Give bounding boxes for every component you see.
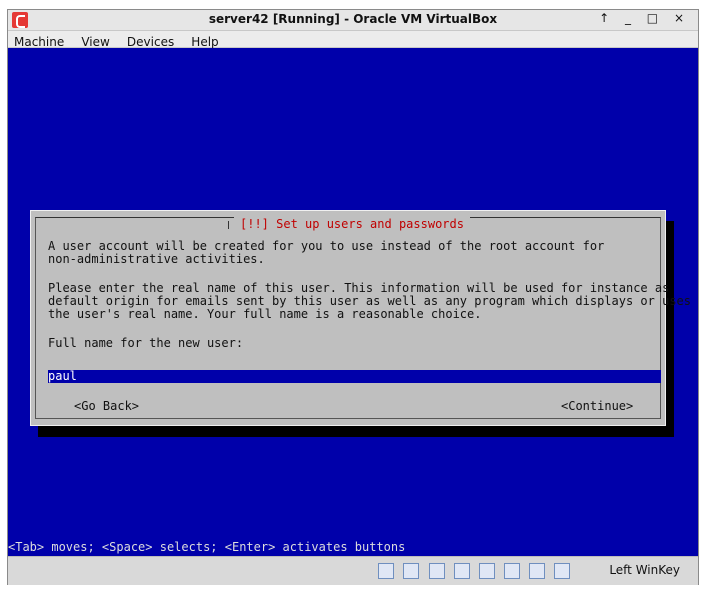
continue-button[interactable]: <Continue> bbox=[561, 399, 633, 413]
full-name-input[interactable]: paul bbox=[48, 370, 661, 383]
vm-screen[interactable]: [!!] Set up users and passwords A user a… bbox=[8, 48, 698, 556]
go-back-button[interactable]: <Go Back> bbox=[74, 399, 139, 413]
installer-dialog: [!!] Set up users and passwords A user a… bbox=[30, 210, 691, 426]
window-title: server42 [Running] - Oracle VM VirtualBo… bbox=[208, 12, 498, 26]
dialog-title: [!!] Set up users and passwords bbox=[228, 217, 470, 231]
info-paragraph-2: Please enter the real name of this user.… bbox=[48, 281, 691, 321]
mouse-integration-icon[interactable] bbox=[528, 563, 545, 579]
status-bar: Left WinKey bbox=[8, 556, 698, 585]
host-key-label: Left WinKey bbox=[609, 563, 680, 577]
display-icon[interactable] bbox=[503, 563, 520, 579]
dialog-frame: [!!] Set up users and passwords A user a… bbox=[35, 217, 691, 419]
info-paragraph-1: A user account will be created for you t… bbox=[48, 239, 605, 266]
window-controls[interactable]: ↑ _ □ × bbox=[599, 11, 690, 25]
optical-drive-icon[interactable] bbox=[403, 563, 420, 579]
hard-disk-icon[interactable] bbox=[378, 563, 395, 579]
usb-icon[interactable] bbox=[453, 563, 470, 579]
shared-folders-icon[interactable] bbox=[478, 563, 495, 579]
title-bar: server42 [Running] - Oracle VM VirtualBo… bbox=[8, 10, 698, 31]
status-icons bbox=[374, 563, 570, 583]
menu-bar: Machine View Devices Help bbox=[8, 31, 698, 49]
full-name-value: paul bbox=[48, 369, 77, 383]
full-name-label: Full name for the new user: bbox=[48, 336, 244, 350]
network-icon[interactable] bbox=[428, 563, 445, 579]
keyboard-hint: <Tab> moves; <Space> selects; <Enter> ac… bbox=[8, 540, 406, 554]
host-key-icon[interactable] bbox=[554, 563, 570, 579]
virtualbox-window: server42 [Running] - Oracle VM VirtualBo… bbox=[8, 10, 698, 585]
